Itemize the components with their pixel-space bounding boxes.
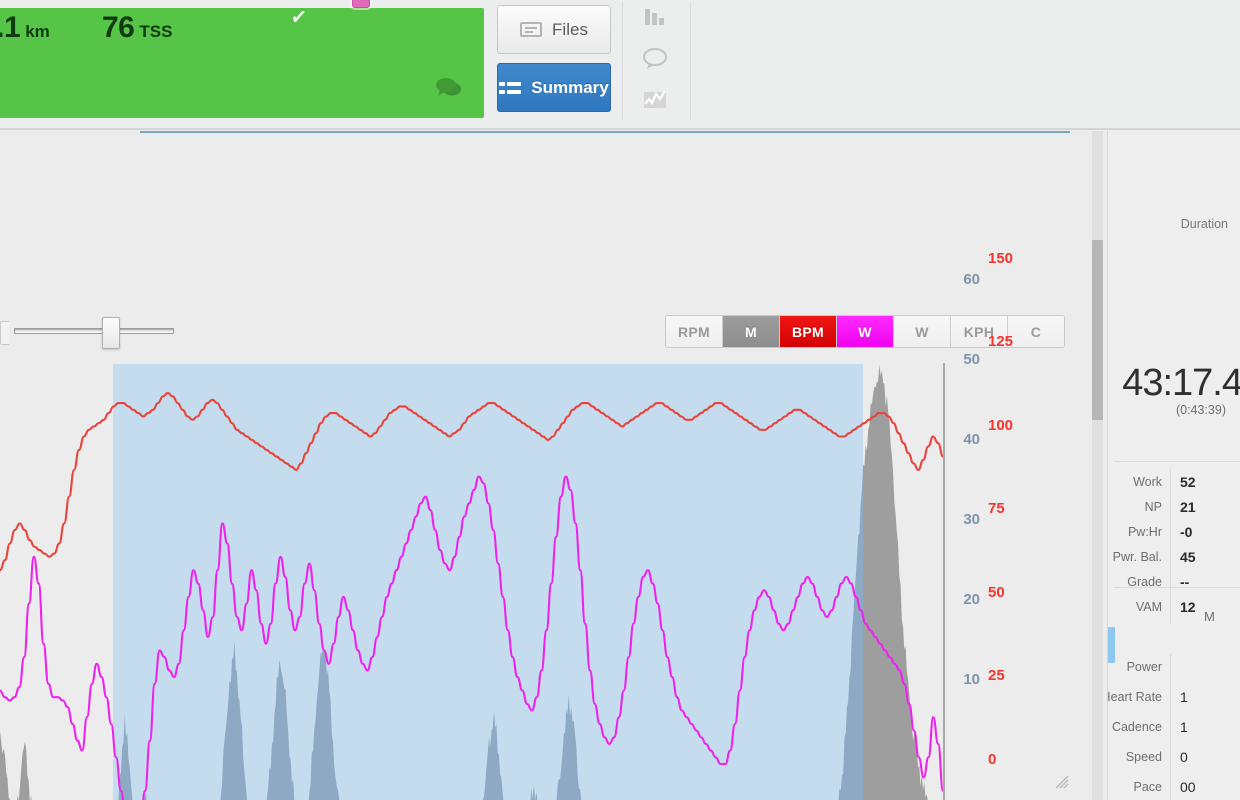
- stat-label: Pwr. Bal.: [1113, 550, 1162, 564]
- stat-value: 52: [1180, 474, 1196, 490]
- tss-value: 76: [102, 11, 134, 44]
- y-axis-right-tick: 100: [988, 417, 1028, 434]
- stat-value: 21: [1180, 499, 1196, 515]
- files-button-label: Files: [552, 20, 588, 40]
- y-axis-right-tick: 50: [988, 584, 1028, 601]
- metric-value: 1: [1180, 689, 1188, 705]
- stat-value: 12: [1180, 599, 1196, 615]
- y-axis-left-tick: 60: [950, 271, 980, 288]
- duration-value: 43:17.4: [1122, 362, 1240, 405]
- metric-value: 00: [1180, 779, 1196, 795]
- chart-y-axis-line: [943, 363, 945, 800]
- y-axis-left-tick: 30: [950, 511, 980, 528]
- y-axis-left-tick: 20: [950, 591, 980, 608]
- y-axis-left-tick: 40: [950, 431, 980, 448]
- header-bottom-divider: [0, 128, 1240, 130]
- y-axis-right-tick: 125: [988, 333, 1028, 350]
- comment-icon[interactable]: [640, 44, 670, 74]
- files-icon: [520, 22, 542, 37]
- metric-label: Heart Rate: [1108, 690, 1162, 704]
- header-divider-right: [690, 2, 691, 120]
- tss-check-icon: ✓: [289, 4, 308, 31]
- sidebar-divider-2: [1114, 587, 1240, 588]
- top-header: 8.1 km 76 TSS ✓ Files: [0, 0, 1240, 130]
- sidebar-scrollbar-track[interactable]: [1092, 131, 1103, 800]
- metric-pill-m-1[interactable]: M: [723, 316, 780, 347]
- distance-unit: km: [25, 22, 50, 41]
- y-axis-left-tick: 50: [950, 351, 980, 368]
- y-axis-right-tick: 25: [988, 667, 1028, 684]
- stat-row: VAM 12: [1108, 594, 1240, 624]
- metric-row: Speed 0: [1108, 744, 1240, 774]
- metrics-table-title: M: [1204, 609, 1215, 624]
- metric-pill-w-3[interactable]: W: [837, 316, 894, 347]
- metric-label: Cadence: [1112, 720, 1162, 734]
- metric-value: 0: [1180, 749, 1188, 765]
- metric-label: Speed: [1126, 750, 1162, 764]
- metric-row-divider: [1170, 744, 1171, 774]
- metric-label: Power: [1127, 660, 1162, 674]
- tss-unit: TSS: [139, 22, 172, 41]
- sidebar-selection-marker[interactable]: [1108, 627, 1115, 663]
- slider-thumb[interactable]: [102, 317, 120, 349]
- metric-row: Cadence 1: [1108, 714, 1240, 744]
- metric-pill-bpm-2[interactable]: BPM: [780, 316, 837, 347]
- line-chart-icon[interactable]: [640, 84, 670, 114]
- summary-button[interactable]: Summary: [497, 63, 611, 112]
- summary-button-label: Summary: [531, 78, 608, 98]
- duration-sub-value: (0:43:39): [1176, 403, 1226, 417]
- metric-label: Pace: [1134, 780, 1163, 794]
- distance-value: 8.1: [0, 11, 20, 44]
- chart-top-accent-line: [140, 131, 1070, 133]
- sidebar-scrollbar-thumb[interactable]: [1092, 240, 1103, 420]
- timeline-pin-marker[interactable]: [352, 0, 370, 8]
- stat-row-divider: [1170, 594, 1171, 624]
- stat-value: 45: [1180, 549, 1196, 565]
- metric-pill-w-4[interactable]: W: [894, 316, 951, 347]
- metric-row-divider: [1170, 654, 1171, 684]
- duration-label: Duration: [1181, 217, 1228, 231]
- y-axis-left-tick: 10: [950, 671, 980, 688]
- workout-summary-banner: 8.1km 76TSS ✓: [0, 8, 484, 118]
- header-divider-left: [622, 2, 623, 120]
- bar-chart-icon[interactable]: [640, 4, 670, 34]
- workout-analysis-page: 8.1 km 76 TSS ✓ Files: [0, 0, 1240, 800]
- comment-bubble-icon[interactable]: [434, 76, 464, 98]
- metric-row: Power: [1108, 654, 1240, 684]
- y-axis-right-tick: 150: [988, 250, 1028, 267]
- metric-pill-rpm-0[interactable]: RPM: [666, 316, 723, 347]
- summary-icon: [499, 81, 521, 95]
- stat-label: Work: [1133, 475, 1162, 489]
- tss-metric: 76TSS ✓: [102, 11, 172, 45]
- stat-label: VAM: [1136, 600, 1162, 614]
- resize-grip-icon[interactable]: [1055, 775, 1069, 789]
- metric-row-divider: [1170, 684, 1171, 714]
- chart-panel: RPMMBPMWWKPHC 102030405060 0255075100125…: [0, 131, 1090, 800]
- metric-row: Pace 00: [1108, 774, 1240, 800]
- stat-label: NP: [1145, 500, 1162, 514]
- slider-endcap: [0, 321, 9, 345]
- stats-sidebar: Duration 43:17.4 (0:43:39) Work 52 NP 21 Pw:…: [1108, 131, 1240, 800]
- slider-track[interactable]: [14, 328, 174, 334]
- distance-metric: 8.1 km: [0, 11, 50, 45]
- files-button[interactable]: Files: [497, 5, 611, 54]
- y-axis-right-tick: 0: [988, 751, 1028, 768]
- y-axis-right-tick: 75: [988, 500, 1028, 517]
- stat-label: Pw:Hr: [1128, 525, 1162, 539]
- smoothing-slider[interactable]: [14, 317, 179, 345]
- metric-row-divider: [1170, 714, 1171, 744]
- sidebar-divider-1: [1114, 461, 1240, 462]
- metric-value: 1: [1180, 719, 1188, 735]
- metric-row: Heart Rate 1: [1108, 684, 1240, 714]
- stat-value: -0: [1180, 524, 1192, 540]
- metric-row-divider: [1170, 774, 1171, 800]
- chart-plot-area[interactable]: [0, 363, 945, 800]
